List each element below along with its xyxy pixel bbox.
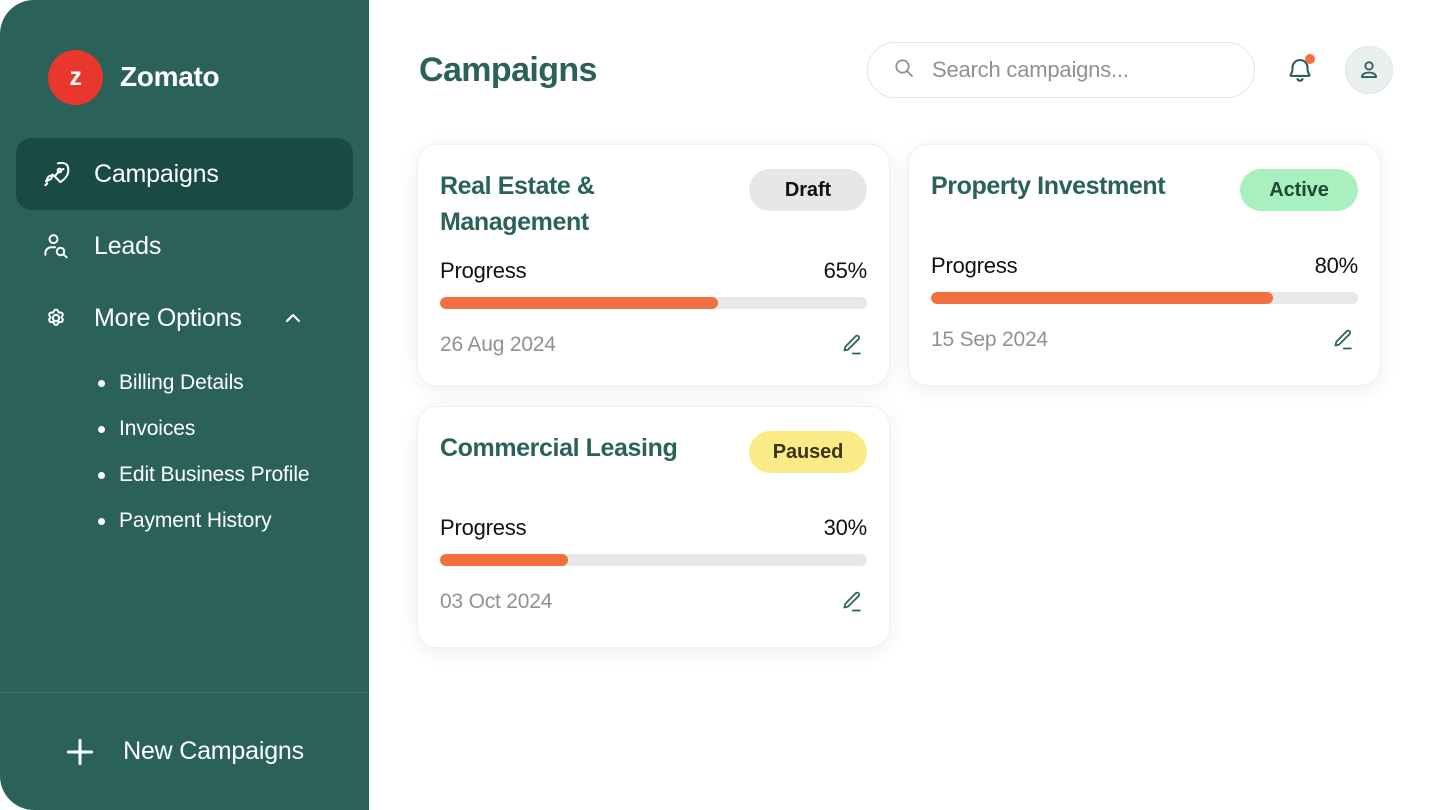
campaign-card[interactable]: Real Estate & Management Draft Progress … bbox=[417, 144, 890, 386]
top-bar: Campaigns bbox=[369, 0, 1440, 140]
sidebar-item-more-options[interactable]: More Options bbox=[16, 282, 353, 354]
progress-label: Progress bbox=[931, 253, 1018, 278]
brand-logo-icon: z bbox=[48, 49, 103, 105]
progress-value: 65% bbox=[823, 258, 868, 283]
campaign-card-header: Commercial Leasing Paused bbox=[440, 431, 867, 497]
progress-label: Progress bbox=[440, 258, 527, 283]
campaign-date: 26 Aug 2024 bbox=[440, 333, 556, 356]
user-avatar-icon bbox=[1361, 61, 1377, 78]
notifications-button[interactable] bbox=[1283, 53, 1317, 87]
sidebar-subnav: Billing Details Invoices Edit Business P… bbox=[16, 354, 353, 544]
progress-track bbox=[931, 292, 1358, 304]
top-bar-actions bbox=[867, 42, 1393, 98]
sidebar-subitem-payment-history[interactable]: Payment History bbox=[16, 498, 353, 544]
notification-dot bbox=[1305, 54, 1315, 64]
bullet-icon bbox=[98, 517, 105, 525]
progress-row: Progress 80% bbox=[931, 253, 1358, 279]
progress-track bbox=[440, 297, 867, 309]
campaign-card[interactable]: Commercial Leasing Paused Progress 30% 0… bbox=[417, 406, 890, 648]
campaign-card-header: Property Investment Active bbox=[931, 169, 1358, 235]
edit-campaign-button[interactable] bbox=[835, 586, 867, 618]
progress-value: 30% bbox=[823, 515, 868, 540]
sidebar-subitem-billing-details[interactable]: Billing Details bbox=[16, 360, 353, 406]
edit-campaign-button[interactable] bbox=[1326, 324, 1358, 356]
gear-icon bbox=[40, 302, 72, 334]
sidebar-item-label: Campaigns bbox=[94, 159, 219, 188]
plus-icon bbox=[65, 737, 95, 767]
progress-row: Progress 30% bbox=[440, 515, 867, 541]
bullet-icon bbox=[98, 471, 105, 479]
sidebar-subitem-label: Edit Business Profile bbox=[119, 463, 310, 486]
sidebar-item-label: Leads bbox=[94, 231, 162, 260]
sidebar-subitem-invoices[interactable]: Invoices bbox=[16, 406, 353, 452]
progress-label: Progress bbox=[440, 515, 527, 540]
campaign-title: Property Investment bbox=[931, 172, 1166, 200]
progress-bar bbox=[440, 554, 569, 566]
campaign-card-header: Real Estate & Management Draft bbox=[440, 169, 867, 240]
main-content: Campaigns Search campaigns... Real Estat… bbox=[369, 0, 1440, 810]
sidebar-subitem-label: Billing Details bbox=[119, 371, 244, 394]
campaign-card-footer: 03 Oct 2024 bbox=[440, 586, 867, 618]
bullet-icon bbox=[98, 379, 105, 387]
campaign-card-grid: Real Estate & Management Draft Progress … bbox=[369, 140, 1440, 648]
sidebar-item-leads[interactable]: Leads bbox=[16, 210, 353, 282]
status-badge: Active bbox=[1240, 169, 1358, 211]
new-campaigns-label: New Campaigns bbox=[123, 737, 304, 765]
avatar[interactable] bbox=[1345, 46, 1393, 94]
brand[interactable]: z Zomato bbox=[0, 0, 369, 106]
brand-name: Zomato bbox=[120, 61, 220, 92]
search-input[interactable] bbox=[932, 57, 1230, 83]
page-title: Campaigns bbox=[419, 50, 597, 89]
sidebar-item-label: More Options bbox=[94, 303, 242, 332]
progress-bar bbox=[931, 292, 1273, 304]
campaign-title: Commercial Leasing bbox=[440, 434, 678, 462]
status-badge: Draft bbox=[749, 169, 867, 211]
campaign-date: 03 Oct 2024 bbox=[440, 590, 553, 613]
progress-track bbox=[440, 554, 867, 566]
bullet-icon bbox=[98, 425, 105, 433]
sidebar-item-campaigns[interactable]: Campaigns bbox=[16, 138, 353, 210]
sidebar-subitem-edit-business-profile[interactable]: Edit Business Profile bbox=[16, 452, 353, 498]
chevron-up-icon[interactable] bbox=[280, 305, 306, 331]
sidebar-subitem-label: Invoices bbox=[119, 417, 196, 440]
search-bar[interactable] bbox=[867, 42, 1255, 98]
search-icon bbox=[892, 56, 916, 85]
pencil-icon bbox=[1334, 329, 1352, 350]
progress-value: 80% bbox=[1314, 253, 1359, 278]
rocket-icon bbox=[40, 158, 72, 190]
user-search-icon bbox=[40, 230, 72, 262]
app-window: z Zomato Campaigns Leads More Options Bi… bbox=[0, 0, 1440, 810]
sidebar: z Zomato Campaigns Leads More Options Bi… bbox=[0, 0, 369, 810]
edit-campaign-button[interactable] bbox=[835, 329, 867, 361]
campaign-date: 15 Sep 2024 bbox=[931, 328, 1048, 351]
pencil-icon bbox=[843, 591, 861, 612]
campaign-card-footer: 15 Sep 2024 bbox=[931, 324, 1358, 356]
campaign-title: Real Estate & Management bbox=[440, 172, 595, 236]
pencil-icon bbox=[843, 334, 861, 355]
progress-row: Progress 65% bbox=[440, 258, 867, 284]
campaign-card-footer: 26 Aug 2024 bbox=[440, 329, 867, 361]
sidebar-subitem-label: Payment History bbox=[119, 509, 272, 532]
sidebar-nav: Campaigns Leads More Options Billing Det… bbox=[0, 106, 369, 692]
new-campaigns-button[interactable]: New Campaigns bbox=[0, 692, 369, 810]
progress-bar bbox=[440, 297, 718, 309]
campaign-card[interactable]: Property Investment Active Progress 80% … bbox=[908, 144, 1381, 386]
status-badge: Paused bbox=[749, 431, 867, 473]
